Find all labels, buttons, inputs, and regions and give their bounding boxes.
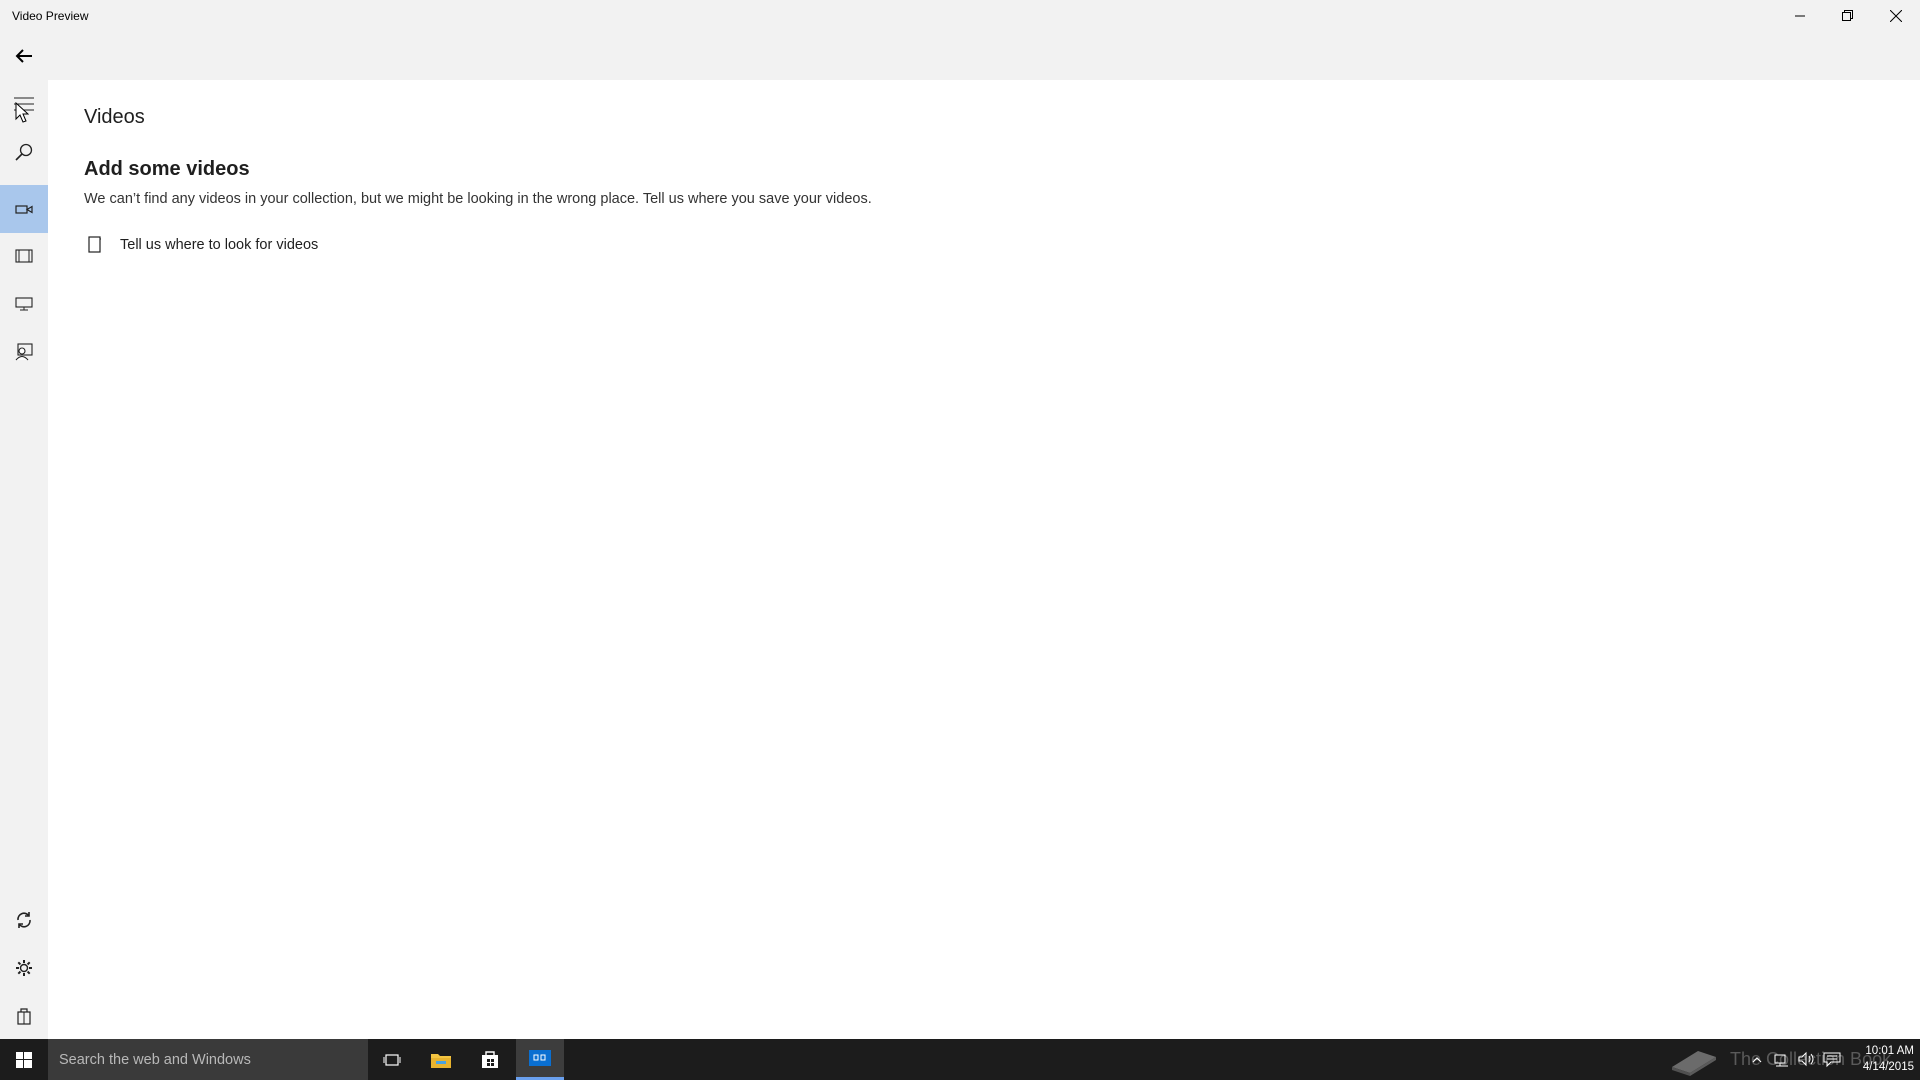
back-arrow-icon (15, 49, 32, 63)
restore-icon (1842, 10, 1853, 21)
volume-button[interactable] (1798, 1049, 1816, 1074)
search-icon (15, 143, 33, 161)
store-button[interactable] (0, 992, 48, 1040)
nav-search-button[interactable] (0, 128, 48, 176)
action-center-button[interactable] (1823, 1049, 1841, 1074)
restore-button[interactable] (1824, 0, 1872, 32)
nav-people-button[interactable] (0, 328, 48, 376)
sync-icon (17, 912, 31, 928)
window-controls (1776, 0, 1920, 32)
store-taskbar-icon (482, 1050, 498, 1068)
taskbar: Search the web and Windows The Collectio… (0, 1039, 1920, 1080)
minimize-icon (1795, 15, 1805, 17)
network-button[interactable] (1774, 1049, 1790, 1074)
settings-button[interactable] (0, 944, 48, 992)
taskbar-search-placeholder: Search the web and Windows (59, 1051, 251, 1068)
file-explorer-button[interactable] (417, 1039, 465, 1080)
folder-icon (431, 1053, 451, 1068)
start-button[interactable] (0, 1039, 48, 1080)
windows-logo-icon (16, 1051, 32, 1068)
gear-icon (16, 960, 32, 976)
nav-movies-button[interactable] (0, 232, 48, 280)
clock-time: 10:01 AM (1865, 1045, 1914, 1057)
tell-us-where-link[interactable]: Tell us where to look for videos (84, 235, 318, 255)
section-title: Add some videos (84, 158, 250, 180)
tv-icon (15, 297, 33, 311)
system-clock[interactable]: 10:01 AM 4/14/2015 (1848, 1043, 1914, 1075)
film-icon (15, 249, 33, 263)
video-app-taskbar-button[interactable] (516, 1039, 564, 1080)
show-hidden-icons-button[interactable] (1752, 1049, 1762, 1074)
nav-videos-button[interactable] (0, 185, 48, 233)
taskbar-search-box[interactable]: Search the web and Windows (48, 1039, 368, 1080)
document-icon (88, 235, 112, 255)
network-icon (1774, 1054, 1788, 1067)
mouse-cursor-icon (15, 101, 30, 129)
store-bag-icon (17, 1008, 31, 1025)
task-view-button[interactable] (368, 1039, 416, 1080)
sync-button[interactable] (0, 896, 48, 944)
main-content: Videos Add some videos We can’t find any… (48, 80, 1920, 1039)
window-title: Video Preview (12, 9, 89, 23)
nav-tv-button[interactable] (0, 280, 48, 328)
close-button[interactable] (1872, 0, 1920, 32)
empty-state-description: We can’t find any videos in your collect… (84, 191, 872, 207)
video-app-icon (529, 1050, 551, 1066)
minimize-button[interactable] (1776, 0, 1824, 32)
tell-us-where-label: Tell us where to look for videos (120, 237, 319, 253)
close-icon (1890, 10, 1902, 22)
person-icon (15, 343, 33, 361)
chevron-up-icon (1752, 1057, 1762, 1063)
back-button[interactable] (0, 32, 48, 80)
video-camera-icon (15, 205, 33, 214)
title-bar: Video Preview (0, 0, 1920, 32)
book-logo-icon (1672, 1051, 1716, 1076)
nav-rail (0, 80, 48, 1039)
header-bar (0, 32, 1920, 80)
task-view-icon (383, 1053, 401, 1066)
action-center-icon (1823, 1052, 1841, 1068)
store-taskbar-button[interactable] (466, 1039, 514, 1080)
volume-icon (1798, 1051, 1814, 1067)
page-title: Videos (84, 106, 145, 128)
clock-date: 4/14/2015 (1862, 1061, 1914, 1073)
